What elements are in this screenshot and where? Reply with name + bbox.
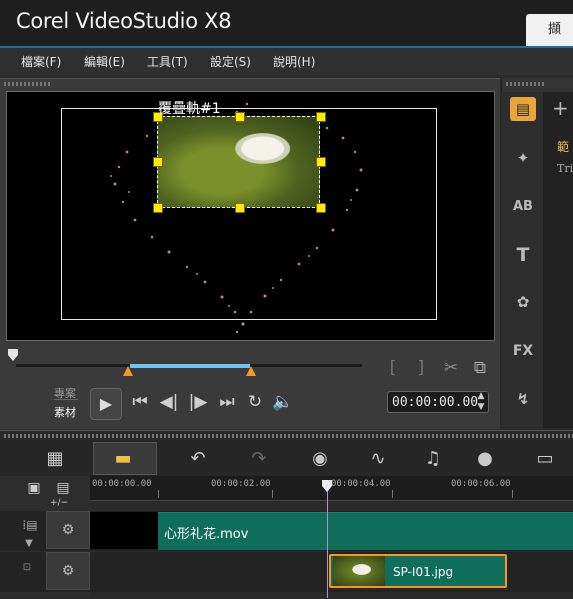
lock-icon[interactable]: ⊡	[20, 562, 34, 573]
ruler-label: 00:00:06.00	[451, 479, 511, 489]
track-manager-button[interactable]: ▤	[52, 480, 74, 496]
volume-button[interactable]: 🔈	[272, 392, 294, 412]
repeat-icon: ↻	[247, 392, 263, 412]
enlarge-button[interactable]: ⧉	[469, 358, 491, 378]
resize-handle[interactable]	[316, 203, 326, 213]
clip-thumbnail	[333, 556, 385, 586]
go-to-start-icon: ⏮	[132, 392, 148, 412]
timecode-stepper[interactable]: ▲ ▼	[475, 391, 487, 413]
graphic-icon[interactable]: ✿	[510, 290, 536, 314]
chevron-down-icon[interactable]: ▼	[22, 538, 36, 549]
split-clip-button[interactable]: ✂	[440, 358, 462, 378]
timeline-view-icon[interactable]: ▬	[108, 446, 138, 472]
overlay-track-header[interactable]: ⚙	[46, 552, 90, 590]
playhead-handle[interactable]	[322, 480, 332, 492]
app-title: Corel VideoStudio X8	[16, 9, 232, 33]
transition-icon[interactable]: AB	[510, 195, 536, 219]
trim-range	[130, 364, 250, 368]
ruler-label: 00:00:02.00	[211, 479, 271, 489]
auto-music-icon[interactable]: ♫	[418, 446, 448, 472]
ruler-tick	[512, 490, 513, 498]
path-icon[interactable]: ↯	[510, 387, 536, 411]
motion-tracking-icon[interactable]: ●	[470, 446, 500, 472]
play-icon: ▶	[99, 394, 113, 413]
video-track-header[interactable]: ⚙	[46, 511, 90, 549]
library-item-label: 範	[557, 140, 570, 154]
track-toggle-button[interactable]: ⁞▤	[18, 518, 42, 532]
panel-grip[interactable]	[4, 82, 50, 86]
resize-handle[interactable]	[316, 112, 326, 122]
ruler-label: 00:00:00.00	[92, 479, 152, 489]
mark-in-button[interactable]: [	[386, 358, 400, 378]
menu-settings[interactable]: 設定(S)	[210, 53, 251, 70]
playhead-line	[327, 486, 328, 598]
video-track-icon: ⚙	[61, 522, 75, 538]
resize-handle[interactable]	[316, 157, 326, 167]
ruler-label: 00:00:04.00	[331, 479, 391, 489]
overlay-track-icon: ⚙	[61, 563, 75, 579]
sound-mixer-icon[interactable]: ∿	[363, 446, 393, 472]
film-icon: ▣	[27, 480, 41, 496]
repeat-button[interactable]: ↻	[245, 392, 265, 412]
panel-grip[interactable]	[506, 82, 546, 86]
ripple-edit-icon: ⁞▤	[22, 518, 38, 532]
ruler-tick	[392, 490, 393, 498]
scrubber-handle[interactable]	[8, 349, 18, 361]
instant-project-icon[interactable]: ✦	[510, 146, 536, 170]
mark-out-icon: ]	[417, 358, 425, 378]
chevron-down-icon: ▼	[477, 402, 485, 412]
subtitle-editor-icon[interactable]: ▭	[530, 446, 560, 472]
record-capture-icon[interactable]: ◉	[305, 446, 335, 472]
panel-grip[interactable]	[4, 434, 573, 438]
resize-handle[interactable]	[153, 157, 163, 167]
enlarge-icon: ⧉	[473, 358, 487, 378]
menu-edit[interactable]: 編輯(E)	[84, 53, 125, 70]
play-button[interactable]: ▶	[90, 388, 122, 420]
ruler-tick	[272, 490, 273, 498]
previous-frame-icon: ◀|	[159, 392, 179, 412]
resize-handle[interactable]	[235, 203, 245, 213]
ruler-tick	[158, 490, 159, 498]
clip-mode-toggle[interactable]: 素材	[54, 404, 76, 420]
volume-icon: 🔈	[272, 392, 294, 412]
storyboard-view-icon[interactable]: ▦	[40, 446, 70, 472]
next-frame-button[interactable]: |▶	[187, 392, 209, 412]
chevron-up-icon: ▲	[477, 391, 485, 401]
menu-help[interactable]: 說明(H)	[273, 53, 315, 70]
media-icon[interactable]: ▤	[510, 97, 536, 121]
resize-handle[interactable]	[235, 112, 245, 122]
timecode-field[interactable]: 00:00:00.00	[387, 391, 489, 413]
previous-frame-button[interactable]: ◀|	[158, 392, 180, 412]
scissors-icon: ✂	[443, 358, 459, 378]
library-item-label: Tri	[557, 162, 573, 175]
zoom-control[interactable]: +/−	[50, 498, 68, 508]
overlay-track-label: 覆疊軌#1	[158, 101, 221, 117]
title-icon[interactable]: T	[510, 243, 536, 267]
show-all-tracks-button[interactable]: ▣	[23, 480, 45, 496]
add-folder-button[interactable]: +	[552, 96, 569, 120]
mark-in-icon: [	[389, 358, 397, 378]
go-to-start-button[interactable]: ⏮	[130, 392, 150, 412]
go-to-end-icon: ⏭	[219, 392, 235, 412]
clip-thumbnail	[90, 512, 158, 549]
mark-out-handle[interactable]	[246, 366, 256, 376]
menu-file[interactable]: 檔案(F)	[21, 53, 61, 70]
next-frame-icon: |▶	[188, 392, 208, 412]
overlay-clip-preview[interactable]	[157, 116, 320, 208]
photo-clip-label: SP-I01.jpg	[393, 565, 454, 579]
track-manager-icon: ▤	[56, 480, 70, 496]
redo-icon[interactable]: ↷	[244, 446, 274, 472]
go-to-end-button[interactable]: ⏭	[217, 392, 237, 412]
mark-out-button[interactable]: ]	[414, 358, 428, 378]
mark-in-handle[interactable]	[123, 366, 133, 376]
filter-icon[interactable]: FX	[510, 339, 536, 363]
menu-tools[interactable]: 工具(T)	[147, 53, 188, 70]
undo-icon[interactable]: ↶	[183, 446, 213, 472]
menu-bar: 檔案(F) 編輯(E) 工具(T) 設定(S) 說明(H)	[0, 48, 573, 75]
resize-handle[interactable]	[153, 203, 163, 213]
tab-capture[interactable]: 擷	[526, 14, 573, 46]
mode-divider	[54, 399, 78, 400]
video-clip-label: 心形礼花.mov	[164, 527, 249, 542]
